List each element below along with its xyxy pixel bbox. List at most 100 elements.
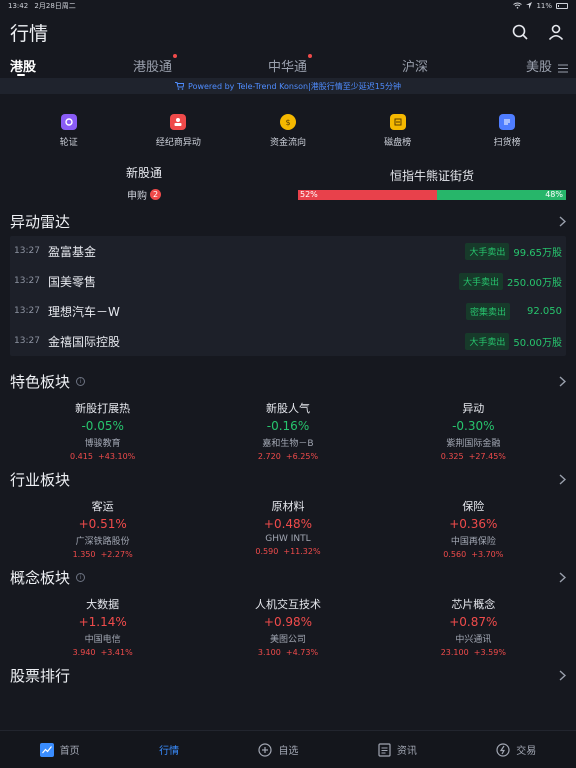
concept-sector-blocks: 大数据 +1.14% 中国电信 3.940 +3.41% 人机交互技术 +0.9… (0, 592, 576, 662)
broker-icon (170, 114, 187, 130)
chevron-right-icon (559, 473, 566, 485)
active-tab-indicator (17, 74, 25, 76)
money-bag-icon: $ (279, 114, 296, 130)
nav-home[interactable]: 首页 (39, 742, 80, 757)
bear-segment: 48% (437, 189, 566, 200)
sector-card[interactable]: 保险 +0.36% 中国再保险 0.560 +3.70% (381, 494, 566, 564)
board-icon (389, 114, 406, 130)
battery-icon (556, 3, 568, 9)
sector-card[interactable]: 新股人气 -0.16% 嘉和生物－B 2.720 +6.25% (195, 396, 380, 466)
sector-card[interactable]: 人机交互技术 +0.98% 美图公司 3.100 +4.73% (195, 592, 380, 662)
page-header: 行情 (0, 12, 576, 52)
header-actions (510, 22, 566, 42)
bottom-navigation: 首页 行情 自选 资讯 交易 (0, 730, 576, 768)
ipo-bullbear-row: 新股通 申购 2 恒指牛熊证街货 52% 48% (0, 162, 576, 204)
tab-hk[interactable]: 港股 (10, 56, 36, 75)
user-icon (548, 24, 564, 40)
chevron-right-icon (559, 571, 566, 583)
activity-tag: 大手卖出 (465, 332, 510, 350)
provider-text: Powered by Tele-Trend Konson|港股行情至少延迟15分… (188, 81, 401, 91)
tool-sweep-ranking[interactable]: 扫货榜 (467, 114, 547, 148)
sector-card[interactable]: 大数据 +1.14% 中国电信 3.940 +3.41% (10, 592, 195, 662)
warrant-icon (60, 114, 77, 130)
market-tabs: 港股 港股通 中华通 沪深 美股 (0, 52, 576, 78)
scan-list-icon (499, 114, 516, 130)
info-icon[interactable]: i (76, 572, 86, 582)
industry-sector-header[interactable]: 行业板块 (0, 464, 576, 494)
stock-ranking-title: 股票排行 (10, 666, 71, 685)
svg-text:$: $ (285, 118, 290, 127)
wifi-icon (513, 2, 523, 11)
radar-list: 13:27 盈富基金 大手卖出 99.65万股 13:27 国美零售 大手卖出 … (10, 236, 566, 356)
status-left: 13:42 2月28日周二 (8, 1, 76, 11)
notification-dot (173, 54, 178, 58)
menu-icon (558, 64, 568, 73)
trade-icon (496, 742, 510, 757)
activity-tag: 大手卖出 (458, 272, 503, 290)
sector-card[interactable]: 客运 +0.51% 广深铁路股份 1.350 +2.27% (10, 494, 195, 564)
ipo-title: 新股通 (125, 166, 162, 180)
news-icon (378, 742, 391, 757)
page-title: 行情 (10, 22, 49, 45)
ipo-connect-card[interactable]: 新股通 申购 2 (10, 162, 278, 204)
location-icon (526, 1, 533, 11)
special-sector-header[interactable]: 特色板块 i (0, 366, 576, 396)
list-item[interactable]: 13:27 金禧国际控股 大手卖出 50.00万股 (10, 326, 566, 356)
tab-a-shares[interactable]: 沪深 (402, 56, 428, 75)
bull-bear-bar: 52% 48% (298, 189, 566, 200)
stock-ranking-header[interactable]: 股票排行 (0, 660, 576, 690)
sector-card[interactable]: 芯片概念 +0.87% 中兴通讯 23.100 +3.59% (381, 592, 566, 662)
chevron-right-icon (559, 669, 566, 681)
tab-hk-connect[interactable]: 港股通 (133, 54, 178, 75)
activity-tag: 大手卖出 (465, 242, 510, 260)
search-button[interactable] (510, 22, 530, 42)
tool-board-ranking[interactable]: 磁盘榜 (358, 114, 438, 148)
info-icon[interactable]: i (76, 376, 86, 386)
status-date: 2月28日周二 (34, 2, 76, 10)
nav-watchlist[interactable]: 自选 (258, 742, 298, 757)
concept-sector-header[interactable]: 概念板块 i (0, 562, 576, 592)
list-item[interactable]: 13:27 盈富基金 大手卖出 99.65万股 (10, 236, 566, 266)
cart-icon (175, 82, 185, 90)
status-right: 11% (513, 1, 568, 11)
bull-segment: 52% (298, 189, 438, 200)
industry-sector-blocks: 客运 +0.51% 广深铁路股份 1.350 +2.27% 原材料 +0.48%… (0, 494, 576, 564)
nav-market[interactable]: 行情 (159, 742, 179, 757)
bull-bear-title: 恒指牛熊证街货 (389, 168, 474, 183)
tab-china-connect[interactable]: 中华通 (268, 54, 313, 75)
add-circle-icon (258, 742, 273, 757)
tool-money-flow[interactable]: $ 资金流向 (248, 114, 328, 148)
status-time: 13:42 (8, 2, 29, 10)
radar-header[interactable]: 异动雷达 (0, 206, 576, 236)
bull-bear-card[interactable]: 恒指牛熊证街货 52% 48% (278, 162, 566, 204)
list-item[interactable]: 13:27 理想汽车－W 密集卖出 92.050 (10, 296, 566, 326)
notification-dot (308, 54, 313, 58)
tool-shortcuts: 轮证 经纪商异动 $ 资金流向 磁盘榜 扫货榜 (0, 104, 576, 158)
special-sector-blocks: 新股打展热 -0.05% 博骏教育 0.415 +43.10% 新股人气 -0.… (0, 396, 576, 466)
ipo-subscribe: 申购 2 (127, 187, 161, 202)
tab-us[interactable]: 美股 (526, 56, 552, 75)
chevron-right-icon (559, 375, 566, 387)
tool-broker-activity[interactable]: 经纪商异动 (138, 114, 218, 148)
concept-sector-title: 概念板块 (10, 568, 71, 587)
chevron-right-icon (559, 215, 566, 227)
radar-title: 异动雷达 (10, 212, 71, 231)
nav-news[interactable]: 资讯 (378, 742, 417, 757)
sector-card[interactable]: 原材料 +0.48% GHW INTL 0.590 +11.32% (195, 494, 380, 564)
profile-button[interactable] (546, 22, 566, 42)
home-chart-icon (39, 742, 54, 757)
activity-tag: 密集卖出 (465, 302, 510, 320)
sector-card[interactable]: 新股打展热 -0.05% 博骏教育 0.415 +43.10% (10, 396, 195, 466)
list-item[interactable]: 13:27 国美零售 大手卖出 250.00万股 (10, 266, 566, 296)
search-icon (512, 24, 528, 40)
battery-percent: 11% (536, 2, 552, 10)
data-provider-banner: Powered by Tele-Trend Konson|港股行情至少延迟15分… (0, 78, 576, 94)
ipo-count-badge: 2 (150, 189, 161, 200)
nav-trade[interactable]: 交易 (496, 742, 536, 757)
sector-card[interactable]: 异动 -0.30% 紫荆国际金融 0.325 +27.45% (381, 396, 566, 466)
tool-warrant[interactable]: 轮证 (29, 114, 109, 148)
special-sector-title: 特色板块 (10, 372, 71, 391)
status-bar: 13:42 2月28日周二 11% (0, 0, 576, 12)
tab-menu-button[interactable] (558, 58, 568, 77)
industry-sector-title: 行业板块 (10, 470, 71, 489)
